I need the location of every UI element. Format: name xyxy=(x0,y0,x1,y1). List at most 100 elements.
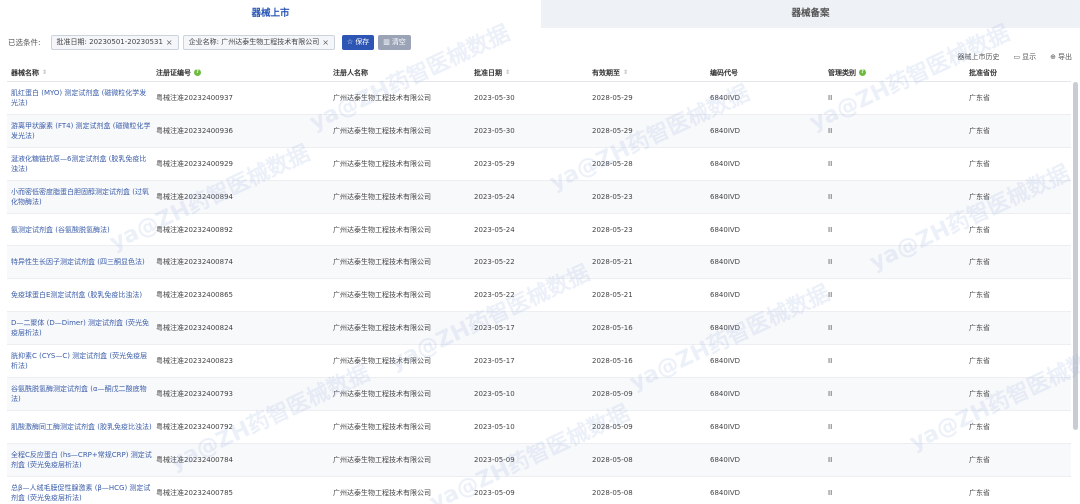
export-button[interactable]: ⊕ 导出 xyxy=(1050,52,1072,64)
cell-expiry-date: 2028-05-21 xyxy=(592,258,633,267)
cell-cert-number: 粤械注准20232400865 xyxy=(156,291,233,300)
cell-approval-date: 2023-05-10 xyxy=(474,389,515,398)
cell-class: II xyxy=(828,488,833,497)
history-link[interactable]: 器械上市历史 xyxy=(958,52,1000,64)
cell-class: II xyxy=(828,324,833,333)
clear-button[interactable]: ▥ 清空 xyxy=(378,34,411,50)
table-row[interactable]: 游离甲状腺素 (FT4) 测定试剂盒 (磁微粒化学发光法) 粤械注准2023240… xyxy=(7,114,1071,148)
cell-device-name[interactable]: 总β—人绒毛膜促性腺激素 (β—HCG) 测定试剂盒 (荧光免疫层析法) xyxy=(7,483,152,503)
cell-cert-number: 粤械注准20232400784 xyxy=(156,455,233,464)
cell-registrant: 广州达泰生物工程技术有限公司 xyxy=(333,192,431,201)
cell-device-name[interactable]: 谷氨酰脱氢酶测定试剂盒 (α—酮戊二酸底物法) xyxy=(7,384,152,404)
table-body: 肌红蛋白 (MYO) 测定试剂盒 (磁微粒化学发光法) 粤械注准202324009… xyxy=(7,82,1071,504)
cell-approval-date: 2023-05-22 xyxy=(474,291,515,300)
cell-code: 6840IVD xyxy=(710,488,741,497)
monitor-icon: ▭ xyxy=(1013,53,1021,61)
cell-registrant: 广州达泰生物工程技术有限公司 xyxy=(333,357,431,366)
table-header: 器械名称 ⇕ 注册证编号? 注册人名称 批准日期 ⇕ 有效期至 ⇕ 编码代号 管理类别… xyxy=(7,64,1071,82)
tab-device-filing[interactable]: 器械备案 xyxy=(541,0,1080,28)
help-icon[interactable]: ? xyxy=(194,69,201,76)
close-icon[interactable]: × xyxy=(166,36,173,49)
cell-registrant: 广州达泰生物工程技术有限公司 xyxy=(333,389,431,398)
close-icon[interactable]: × xyxy=(322,36,329,49)
filter-bar: 已选条件: 批准日期: 20230501-20230531 × 企业名称: 广州… xyxy=(8,34,411,50)
cell-code: 6840IVD xyxy=(710,192,741,201)
cell-registrant: 广州达泰生物工程技术有限公司 xyxy=(333,291,431,300)
cell-code: 6840IVD xyxy=(710,455,741,464)
cell-device-name[interactable]: 涎液化糖链抗原—6测定试剂盒 (胶乳免疫比浊法) xyxy=(7,154,152,174)
cell-province: 广东省 xyxy=(969,324,990,333)
cell-device-name[interactable]: 肌酸激酶同工酶测定试剂盒 (胶乳免疫比浊法) xyxy=(7,422,152,432)
cell-cert-number: 粤械注准20232400785 xyxy=(156,488,233,497)
table-row[interactable]: 全程C反应蛋白 (hs—CRP+常规CRP) 测定试剂盒 (荧光免疫层析法) 粤械… xyxy=(7,443,1071,477)
save-button[interactable]: ☆ 保存 xyxy=(341,34,375,50)
cell-province: 广东省 xyxy=(969,159,990,168)
cell-device-name[interactable]: 全程C反应蛋白 (hs—CRP+常规CRP) 测定试剂盒 (荧光免疫层析法) xyxy=(7,450,152,470)
cell-expiry-date: 2028-05-29 xyxy=(592,93,633,102)
table-row[interactable]: 特异性生长因子测定试剂盒 (四三酮显色法) 粤械注准20232400874 广州达泰… xyxy=(7,246,1071,280)
cell-device-name[interactable]: 肌红蛋白 (MYO) 测定试剂盒 (磁微粒化学发光法) xyxy=(7,88,152,108)
column-header-expiry-date[interactable]: 有效期至 ⇕ xyxy=(588,68,706,78)
cell-device-name[interactable]: 氨测定试剂盒 (谷氨酸脱氢酶法) xyxy=(7,225,152,235)
cell-province: 广东省 xyxy=(969,291,990,300)
filter-chip-company-text: 企业名称: 广州达泰生物工程技术有限公司 xyxy=(188,37,320,46)
trash-icon: ▥ xyxy=(383,37,390,46)
cell-registrant: 广州达泰生物工程技术有限公司 xyxy=(333,455,431,464)
table-row[interactable]: 总β—人绒毛膜促性腺激素 (β—HCG) 测定试剂盒 (荧光免疫层析法) 粤械注准… xyxy=(7,477,1071,504)
tab-device-listing[interactable]: 器械上市 xyxy=(0,0,541,28)
cell-province: 广东省 xyxy=(969,93,990,102)
sort-icon[interactable]: ⇕ xyxy=(623,69,628,76)
column-header-code: 编码代号 xyxy=(710,68,738,77)
column-header-device-name[interactable]: 器械名称 ⇕ xyxy=(7,68,152,78)
export-icon: ⊕ xyxy=(1050,53,1056,61)
cell-device-name[interactable]: D—二聚体 (D—Dimer) 测定试剂盒 (荧光免疫层析法) xyxy=(7,318,152,338)
cell-expiry-date: 2028-05-09 xyxy=(592,422,633,431)
vertical-scrollbar[interactable] xyxy=(1073,82,1078,430)
cell-registrant: 广州达泰生物工程技术有限公司 xyxy=(333,225,431,234)
cell-expiry-date: 2028-05-16 xyxy=(592,357,633,366)
cell-expiry-date: 2028-05-28 xyxy=(592,159,633,168)
table-row[interactable]: D—二聚体 (D—Dimer) 测定试剂盒 (荧光免疫层析法) 粤械注准20232… xyxy=(7,312,1071,346)
table-tools: 器械上市历史 ▭ 显示 ⊕ 导出 xyxy=(958,52,1073,64)
cell-class: II xyxy=(828,126,833,135)
cell-class: II xyxy=(828,159,833,168)
sort-icon[interactable]: ⇕ xyxy=(505,69,510,76)
cell-code: 6840IVD xyxy=(710,159,741,168)
cell-code: 6840IVD xyxy=(710,258,741,267)
star-icon: ☆ xyxy=(346,37,354,46)
cell-cert-number: 粤械注准20232400936 xyxy=(156,126,233,135)
table-row[interactable]: 氨测定试剂盒 (谷氨酸脱氢酶法) 粤械注准20232400892 广州达泰生物工程技… xyxy=(7,214,1071,247)
sort-icon[interactable]: ⇕ xyxy=(42,69,47,76)
cell-province: 广东省 xyxy=(969,488,990,497)
table-row[interactable]: 小而密低密度脂蛋白胆固醇测定试剂盒 (过氧化物酶法) 粤械注准2023240089… xyxy=(7,180,1071,214)
display-button[interactable]: ▭ 显示 xyxy=(1014,52,1037,64)
cell-approval-date: 2023-05-30 xyxy=(474,93,515,102)
cell-approval-date: 2023-05-09 xyxy=(474,455,515,464)
table-row[interactable]: 肌红蛋白 (MYO) 测定试剂盒 (磁微粒化学发光法) 粤械注准202324009… xyxy=(7,82,1071,115)
cell-registrant: 广州达泰生物工程技术有限公司 xyxy=(333,488,431,497)
table-row[interactable]: 肌酸激酶同工酶测定试剂盒 (胶乳免疫比浊法) 粤械注准20232400792 广州达… xyxy=(7,411,1071,444)
cell-device-name[interactable]: 游离甲状腺素 (FT4) 测定试剂盒 (磁微粒化学发光法) xyxy=(7,121,152,141)
table-row[interactable]: 谷氨酰脱氢酶测定试剂盒 (α—酮戊二酸底物法) 粤械注准20232400793 广州… xyxy=(7,378,1071,411)
cell-class: II xyxy=(828,258,833,267)
column-header-cert-number: 注册证编号? xyxy=(152,68,329,78)
filter-chip-date[interactable]: 批准日期: 20230501-20230531 × xyxy=(50,34,179,50)
cell-expiry-date: 2028-05-08 xyxy=(592,455,633,464)
cell-approval-date: 2023-05-24 xyxy=(474,225,515,234)
cell-device-name[interactable]: 小而密低密度脂蛋白胆固醇测定试剂盒 (过氧化物酶法) xyxy=(7,187,152,207)
cell-expiry-date: 2028-05-23 xyxy=(592,225,633,234)
help-icon[interactable]: ? xyxy=(859,69,866,76)
cell-code: 6840IVD xyxy=(710,291,741,300)
cell-class: II xyxy=(828,291,833,300)
table-row[interactable]: 胱抑素C (CYS—C) 测定试剂盒 (荧光免疫层析法) 粤械注准20232400… xyxy=(7,345,1071,379)
cell-device-name[interactable]: 免疫球蛋白E测定试剂盒 (胶乳免疫比浊法) xyxy=(7,290,152,300)
device-table: 器械名称 ⇕ 注册证编号? 注册人名称 批准日期 ⇕ 有效期至 ⇕ 编码代号 管理类别… xyxy=(7,64,1071,504)
cell-device-name[interactable]: 特异性生长因子测定试剂盒 (四三酮显色法) xyxy=(7,257,152,267)
cell-device-name[interactable]: 胱抑素C (CYS—C) 测定试剂盒 (荧光免疫层析法) xyxy=(7,351,152,371)
filter-chip-company[interactable]: 企业名称: 广州达泰生物工程技术有限公司 × xyxy=(182,34,335,50)
table-row[interactable]: 免疫球蛋白E测定试剂盒 (胶乳免疫比浊法) 粤械注准20232400865 广州达泰… xyxy=(7,279,1071,313)
column-header-approval-date[interactable]: 批准日期 ⇕ xyxy=(470,68,588,78)
cell-registrant: 广州达泰生物工程技术有限公司 xyxy=(333,324,431,333)
cell-province: 广东省 xyxy=(969,455,990,464)
table-row[interactable]: 涎液化糖链抗原—6测定试剂盒 (胶乳免疫比浊法) 粤械注准20232400929 广… xyxy=(7,148,1071,181)
